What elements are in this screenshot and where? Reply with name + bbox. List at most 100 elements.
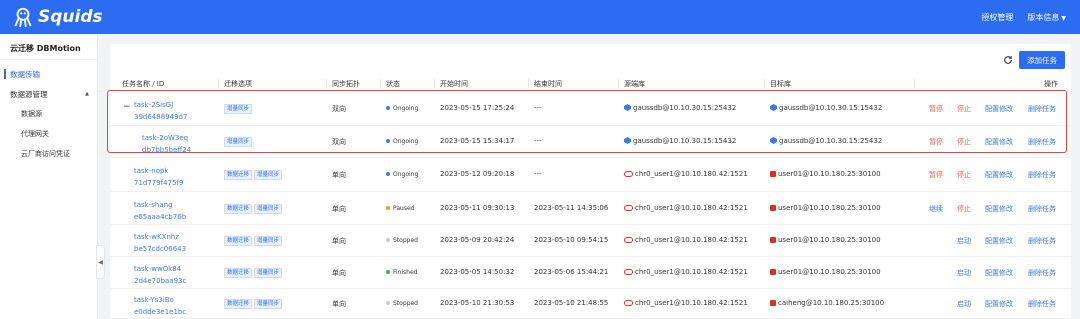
mysql-icon	[770, 205, 776, 211]
sidebar-item-data-transfer[interactable]: 数据传输	[0, 64, 97, 84]
status-badge: Paused	[386, 204, 414, 212]
row-action-link[interactable]: 删除任务	[1028, 137, 1056, 147]
row-action-link[interactable]: 配置修改	[985, 104, 1013, 114]
chevron-up-icon: ▲	[85, 91, 89, 97]
row-action-link[interactable]: 停止	[957, 104, 971, 114]
task-name-cell[interactable]: task-2SisGJ 39d6488949d7	[134, 99, 187, 123]
chevron-left-icon: ◀	[98, 258, 103, 266]
row-action-link[interactable]: 删除任务	[1028, 268, 1056, 278]
task-name-cell[interactable]: task-2oW3eq db7bb5beff24	[142, 132, 191, 156]
row-action-link[interactable]: 停止	[957, 170, 971, 180]
status-dot	[386, 106, 390, 110]
target-db-cell: user01@10.10.180.25:30100	[770, 236, 881, 244]
row-action-link[interactable]: 删除任务	[1028, 236, 1056, 246]
row-action-link[interactable]: 配置修改	[985, 299, 1013, 309]
topology-cell: 单向	[332, 171, 346, 179]
start-time-cell: 2023-05-12 09:20:18	[440, 170, 515, 178]
row-action-link[interactable]: 启动	[957, 299, 971, 309]
row-action-link[interactable]: 配置修改	[985, 236, 1013, 246]
row-action-link[interactable]: 暂停	[929, 104, 943, 114]
status-text: Finished	[393, 269, 418, 276]
status-text: Stopped	[393, 237, 418, 244]
table-row: task-shang e65aaa4cb76b 数据迁移 增量同步 单向 Paused 2…	[110, 192, 1071, 225]
row-action-link[interactable]: 暂停	[929, 137, 943, 147]
task-name-cell[interactable]: task-wwOk84 2d4e70baa93c	[134, 263, 186, 287]
version-info-menu[interactable]: 版本信息 ▼	[1027, 12, 1066, 23]
task-id-link[interactable]: 39d6488949d7	[134, 111, 187, 123]
column-header-status: 状态	[386, 80, 400, 88]
task-panel: 添加任务 任务名称 / ID 迁移选项 同步拓扑 状态 开始时间 结束时间 源端…	[110, 44, 1071, 319]
task-name-cell[interactable]: task-shang e65aaa4cb76b	[134, 199, 186, 223]
squid-logo-icon	[14, 7, 32, 28]
task-name-link[interactable]: task-2SisGJ	[134, 99, 187, 111]
column-header-source: 源端库	[624, 80, 645, 88]
version-info-label: 版本信息	[1027, 12, 1060, 22]
migration-options-cell: 增量同步	[224, 104, 254, 114]
migration-options-cell: 增量同步	[224, 137, 254, 147]
task-name-cell[interactable]: task-nopk 71d779f475f9	[134, 165, 183, 189]
refresh-button[interactable]	[1001, 53, 1015, 67]
end-time-cell: 2023-05-11 14:35:06	[534, 204, 609, 212]
sidebar-item-datasource-management[interactable]: 数据源管理 ▲	[0, 84, 97, 104]
task-name-link[interactable]: task-wKXnhz	[134, 231, 186, 243]
source-db-text: chr0_user1@10.10.180.42:1521	[635, 268, 748, 276]
row-action-link[interactable]: 暂停	[929, 170, 943, 180]
row-action-link[interactable]: 配置修改	[985, 204, 1013, 214]
column-header-name: 任务名称 / ID	[122, 80, 165, 88]
sidebar-item-datasource[interactable]: 数据源	[0, 104, 97, 124]
table-row: task-wKXnhz be57cdc06643 数据迁移 增量同步 单向 Stoppe…	[110, 225, 1071, 257]
migration-options-cell: 数据迁移 增量同步	[224, 299, 284, 309]
task-id-link[interactable]: 71d779f475f9	[134, 177, 183, 189]
status-badge: Ongoing	[386, 170, 418, 178]
source-db-cell: chr0_user1@10.10.180.42:1521	[624, 299, 748, 307]
task-name-cell[interactable]: task-Ys3iBo e0dde3e1e1bc	[134, 294, 186, 318]
task-name-cell[interactable]: task-wKXnhz be57cdc06643	[134, 231, 186, 255]
target-db-cell: user01@10.10.180.25:30100	[770, 268, 881, 276]
migration-option-tag: 增量同步	[224, 104, 253, 114]
row-action-link[interactable]: 配置修改	[985, 170, 1013, 180]
collapse-row-icon[interactable]: −	[123, 102, 131, 112]
row-action-link[interactable]: 删除任务	[1028, 204, 1056, 214]
migration-option-tag: 数据迁移	[224, 268, 253, 278]
migration-option-tag: 增量同步	[254, 268, 283, 278]
task-name-link[interactable]: task-2oW3eq	[142, 132, 191, 144]
add-task-button[interactable]: 添加任务	[1019, 51, 1065, 69]
task-name-link[interactable]: task-wwOk84	[134, 263, 186, 275]
logo[interactable]: Squids	[12, 6, 103, 28]
row-action-link[interactable]: 启动	[957, 268, 971, 278]
migration-option-tag: 增量同步	[224, 137, 253, 147]
source-db-cell: chr0_user1@10.10.180.42:1521	[624, 236, 748, 244]
row-action-link[interactable]: 删除任务	[1028, 299, 1056, 309]
row-action-link[interactable]: 配置修改	[985, 137, 1013, 147]
sidebar-item-label: 数据源	[21, 110, 42, 118]
sidebar-item-proxy-gateway[interactable]: 代理网关	[0, 124, 97, 144]
task-id-link[interactable]: e0dde3e1e1bc	[134, 306, 186, 318]
row-action-link[interactable]: 删除任务	[1028, 104, 1056, 114]
table-row: task-Ys3iBo e0dde3e1e1bc 数据迁移 增量同步 单向 Stoppe…	[110, 289, 1071, 319]
task-id-link[interactable]: db7bb5beff24	[142, 144, 191, 156]
task-id-link[interactable]: be57cdc06643	[134, 243, 186, 255]
row-action-link[interactable]: 配置修改	[985, 268, 1013, 278]
table-header: 任务名称 / ID 迁移选项 同步拓扑 状态 开始时间 结束时间 源端库 目标库…	[110, 76, 1071, 92]
sidebar-item-cloud-credentials[interactable]: 云厂商访问凭证	[0, 144, 97, 164]
row-action-link[interactable]: 停止	[957, 137, 971, 147]
sidebar-collapse-button[interactable]: ◀	[96, 245, 105, 279]
task-name-link[interactable]: task-shang	[134, 199, 186, 211]
migration-option-tag: 增量同步	[254, 204, 283, 214]
row-action-link[interactable]: 停止	[957, 204, 971, 214]
task-id-link[interactable]: e65aaa4cb76b	[134, 211, 186, 223]
row-action-link[interactable]: 继续	[929, 204, 943, 214]
status-dot	[386, 238, 390, 242]
row-action-link[interactable]: 启动	[957, 236, 971, 246]
target-db-cell: gaussdb@10.10.30.15:25432	[770, 137, 882, 145]
row-action-link[interactable]: 删除任务	[1028, 170, 1056, 180]
sidebar-title: 云迁移 DBMotion	[0, 34, 97, 60]
license-management-link[interactable]: 授权管理	[981, 12, 1013, 23]
status-text: Ongoing	[393, 105, 419, 112]
column-header-end: 结束时间	[534, 80, 562, 88]
sidebar-item-label: 代理网关	[21, 130, 49, 138]
task-id-link[interactable]: 2d4e70baa93c	[134, 275, 186, 287]
task-name-link[interactable]: task-Ys3iBo	[134, 294, 186, 306]
task-name-link[interactable]: task-nopk	[134, 165, 183, 177]
start-time-cell: 2023-05-15 15:34:17	[440, 137, 515, 145]
